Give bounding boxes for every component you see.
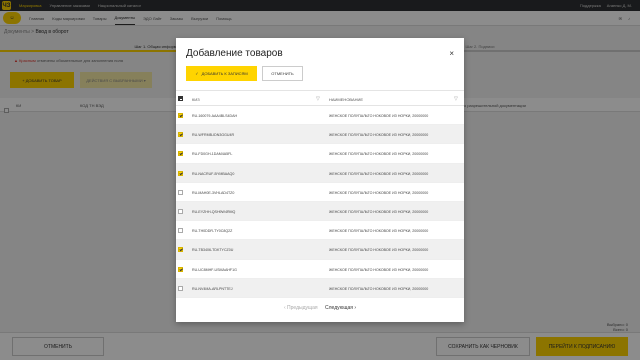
row-checkbox[interactable] bbox=[178, 132, 183, 138]
check-icon: ✓ bbox=[195, 71, 199, 76]
row-checkbox[interactable] bbox=[178, 228, 183, 234]
select-all-checkbox[interactable] bbox=[178, 96, 183, 102]
row-checkbox[interactable] bbox=[178, 208, 183, 215]
row-name: ЖЕНСКОЕ ПОЛУПАЛЬТО НОКОВОЕ ИЗ НОРКИ, 200… bbox=[329, 190, 429, 195]
row-kiz: RU-TH0DDR-TY0C8Q2Z bbox=[192, 229, 233, 234]
row-name: ЖЕНСКОЕ ПОЛУПАЛЬТО НОКОВОЕ ИЗ НОРКИ, 200… bbox=[329, 152, 429, 157]
table-row[interactable]: RU-FD0GH-1DAM4A5FL ЖЕНСКОЕ ПОЛУПАЛЬТО НОК… bbox=[176, 144, 464, 164]
row-name: ЖЕНСКОЕ ПОЛУПАЛЬТО НОКОВОЕ ИЗ НОРКИ, 200… bbox=[329, 229, 429, 234]
row-kiz: RU-EYZHH-QSH9W4RMQ bbox=[192, 209, 236, 214]
row-checkbox[interactable] bbox=[178, 151, 183, 157]
row-checkbox[interactable] bbox=[178, 113, 183, 119]
add-goods-modal: Добавление товаров × ✓ ДОБАВИТЬ К ЗАПИСЯ… bbox=[176, 38, 464, 322]
row-kiz: RU-NACRUF-BYMBAAQ0 bbox=[192, 171, 235, 176]
name-filter-icon[interactable]: ▽ bbox=[454, 96, 458, 102]
goods-table: КИЗ ▽ НАИМЕНОВАНИЕ ▽ RU-160079-AAA4BLS4D… bbox=[176, 90, 464, 298]
next-page-button[interactable]: Следующая › bbox=[325, 305, 356, 311]
table-row[interactable]: RU-NV4MA-ARLPNTTEJ ЖЕНСКОЕ ПОЛУПАЛЬТО НОК… bbox=[176, 278, 464, 298]
row-kiz: RU-TB3406-TDKTYCZ0U bbox=[192, 248, 234, 253]
row-kiz: RU-160079-AAA4BLS4DAH bbox=[192, 114, 238, 118]
table-row[interactable]: RU-NACRUF-BYMBAAQ0 ЖЕНСКОЕ ПОЛУПАЛЬТО НОК… bbox=[176, 163, 464, 183]
row-kiz: RU-FD0GH-1DAM4A5FL bbox=[192, 152, 233, 157]
col-name-header: НАИМЕНОВАНИЕ bbox=[329, 97, 364, 102]
row-checkbox[interactable] bbox=[178, 170, 183, 177]
row-checkbox[interactable] bbox=[178, 285, 183, 292]
table-row[interactable]: RU-TB3406-TDKTYCZ0U ЖЕНСКОЕ ПОЛУПАЛЬТО НО… bbox=[176, 240, 464, 260]
row-name: ЖЕНСКОЕ ПОЛУПАЛЬТО НОКОВОЕ ИЗ НОРКИ, 200… bbox=[329, 286, 429, 291]
prev-page-button[interactable]: ‹ Предыдущая bbox=[284, 305, 318, 311]
row-name: ЖЕНСКОЕ ПОЛУПАЛЬТО НОКОВОЕ ИЗ НОРКИ, 200… bbox=[329, 114, 429, 118]
row-checkbox[interactable] bbox=[178, 266, 183, 273]
row-kiz: RU-WFRMB-IDN3GGU4R bbox=[192, 133, 235, 138]
table-row[interactable]: RU-EYZHH-QSH9W4RMQ ЖЕНСКОЕ ПОЛУПАЛЬТО НОК… bbox=[176, 201, 464, 222]
row-checkbox[interactable] bbox=[178, 189, 183, 196]
close-icon[interactable]: × bbox=[449, 49, 454, 58]
pagination: ‹ Предыдущая Следующая › bbox=[176, 305, 464, 311]
kiz-filter-icon[interactable]: ▽ bbox=[316, 96, 320, 102]
table-row[interactable]: RU-MAH0E-3VHLAD4TZ0 ЖЕНСКОЕ ПОЛУПАЛЬТО НО… bbox=[176, 183, 464, 202]
modal-cancel-button[interactable]: ОТМЕНИТЬ bbox=[262, 66, 303, 81]
row-kiz: RU-NV4MA-ARLPNTTEJ bbox=[192, 286, 233, 291]
goods-table-body: RU-160079-AAA4BLS4DAH ЖЕНСКОЕ ПОЛУПАЛЬТО … bbox=[176, 106, 464, 298]
row-checkbox[interactable] bbox=[178, 247, 183, 253]
row-name: ЖЕНСКОЕ ПОЛУПАЛЬТО НОКОВОЕ ИЗ НОРКИ, 200… bbox=[329, 248, 429, 253]
table-row[interactable]: RU-TH0DDR-TY0C8Q2Z ЖЕНСКОЕ ПОЛУПАЛЬТО НОК… bbox=[176, 221, 464, 241]
modal-title: Добавление товаров bbox=[186, 48, 283, 59]
add-to-records-button[interactable]: ✓ ДОБАВИТЬ К ЗАПИСЯМ bbox=[186, 66, 257, 81]
row-name: ЖЕНСКОЕ ПОЛУПАЛЬТО НОКОВОЕ ИЗ НОРКИ, 200… bbox=[329, 209, 429, 214]
row-name: ЖЕНСКОЕ ПОЛУПАЛЬТО НОКОВОЕ ИЗ НОРКИ, 200… bbox=[329, 133, 429, 138]
table-row[interactable]: RU-160079-AAA4BLS4DAH ЖЕНСКОЕ ПОЛУПАЛЬТО … bbox=[176, 106, 464, 126]
table-row[interactable]: RU-WFRMB-IDN3GGU4R ЖЕНСКОЕ ПОЛУПАЛЬТО НОК… bbox=[176, 125, 464, 145]
table-row[interactable]: RU-UC8MHF-USMAAHF1G ЖЕНСКОЕ ПОЛУПАЛЬТО НО… bbox=[176, 260, 464, 279]
goods-table-header: КИЗ ▽ НАИМЕНОВАНИЕ ▽ bbox=[176, 90, 464, 106]
col-kiz-header: КИЗ bbox=[192, 97, 200, 102]
add-to-records-label: ДОБАВИТЬ К ЗАПИСЯМ bbox=[201, 71, 248, 76]
row-kiz: RU-UC8MHF-USMAAHF1G bbox=[192, 267, 237, 272]
row-kiz: RU-MAH0E-3VHLAD4TZ0 bbox=[192, 190, 235, 195]
row-name: ЖЕНСКОЕ ПОЛУПАЛЬТО НОКОВОЕ ИЗ НОРКИ, 200… bbox=[329, 267, 429, 272]
row-name: ЖЕНСКОЕ ПОЛУПАЛЬТО НОКОВОЕ ИЗ НОРКИ, 200… bbox=[329, 171, 429, 176]
